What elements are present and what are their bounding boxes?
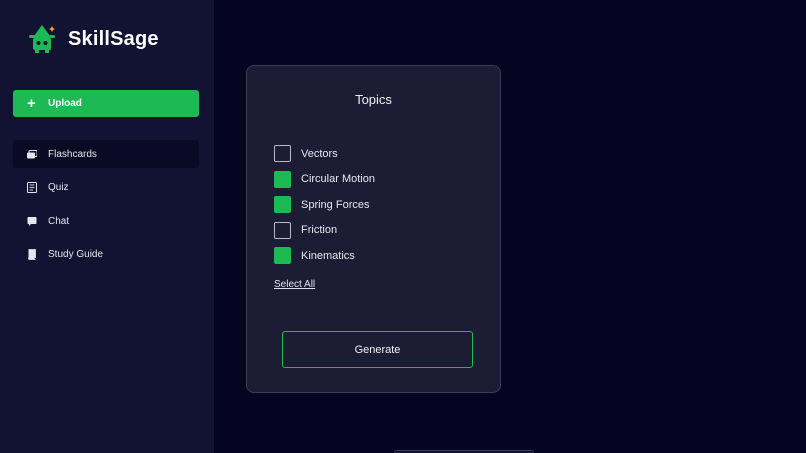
topic-friction[interactable]: Friction [274,221,375,239]
sidebar-item-label: Chat [48,215,70,227]
panel-title: Topics [355,92,392,107]
topic-spring-forces[interactable]: Spring Forces [274,196,375,213]
select-all-link[interactable]: Select All [274,279,315,290]
plus-icon: + [27,95,36,112]
checkbox-checked[interactable] [274,247,291,264]
document-icon [27,182,37,194]
sidebar: SkillSage + Upload Flashcards Quiz Chat … [0,0,214,453]
chat-icon [27,216,37,227]
topic-circular-motion[interactable]: Circular Motion [274,170,375,188]
checkbox-checked[interactable] [274,196,291,213]
sidebar-item-quiz[interactable]: Quiz [13,174,199,202]
cards-icon [27,149,37,160]
topic-kinematics[interactable]: Kinematics [274,247,375,264]
sidebar-item-label: Quiz [48,182,69,194]
upload-button[interactable]: + Upload [13,90,199,117]
sidebar-item-flashcards[interactable]: Flashcards [13,140,199,168]
wizard-logo-icon [29,25,55,53]
topics-list: Vectors Circular Motion Spring Forces Fr… [274,145,375,273]
topics-panel: Topics Vectors Circular Motion Spring Fo… [246,65,501,393]
checkbox[interactable] [274,221,291,239]
upload-label: Upload [48,98,82,109]
brand[interactable]: SkillSage [26,24,159,54]
topic-label: Vectors [301,147,338,160]
topic-label: Circular Motion [301,173,375,185]
topic-label: Kinematics [301,249,355,262]
topic-label: Friction [301,224,338,236]
topic-vectors[interactable]: Vectors [274,145,375,162]
generate-button[interactable]: Generate [282,331,473,368]
sidebar-item-label: Flashcards [48,148,97,160]
brand-name: SkillSage [68,27,159,50]
sidebar-item-study-guide[interactable]: Study Guide [13,241,199,269]
checkbox[interactable] [274,145,291,162]
sidebar-nav: Flashcards Quiz Chat Study Guide [13,140,199,274]
checkbox-checked[interactable] [274,170,291,188]
book-icon [27,249,37,261]
sidebar-item-chat[interactable]: Chat [13,207,199,235]
sidebar-item-label: Study Guide [48,249,104,261]
topic-label: Spring Forces [301,198,370,211]
